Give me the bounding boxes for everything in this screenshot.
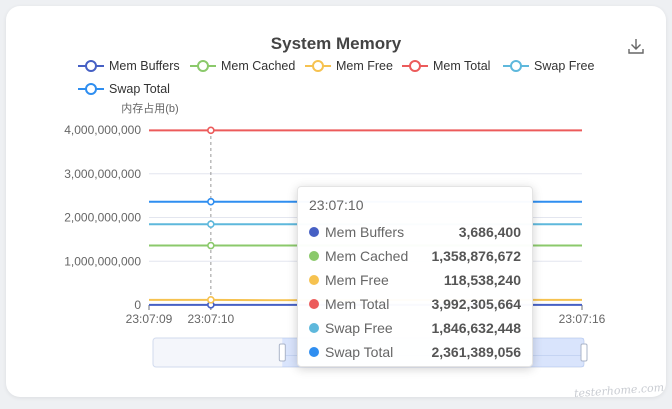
x-tick-label: 23:07:09 bbox=[126, 312, 173, 326]
tooltip-value: 1,358,876,672 bbox=[431, 248, 521, 264]
tooltip-row: Mem Cached 1,358,876,672 bbox=[309, 244, 521, 268]
x-tick-label: 23:07:10 bbox=[187, 312, 234, 326]
tooltip-row: Mem Total 3,992,305,664 bbox=[309, 292, 521, 316]
y-tick-label: 0 bbox=[134, 298, 141, 312]
tooltip-series-name: Mem Buffers bbox=[325, 224, 405, 240]
y-tick-label: 4,000,000,000 bbox=[64, 123, 141, 137]
y-tick-label: 3,000,000,000 bbox=[64, 167, 141, 181]
tooltip-row: Swap Total 2,361,389,056 bbox=[309, 340, 521, 364]
tooltip-series-name: Mem Cached bbox=[325, 248, 409, 264]
tooltip-marker bbox=[309, 251, 319, 261]
x-tick-label: 23:07:16 bbox=[559, 312, 606, 326]
data-point bbox=[207, 296, 215, 304]
data-point bbox=[207, 197, 215, 206]
tooltip-marker bbox=[309, 275, 319, 285]
datazoom-handle[interactable] bbox=[580, 343, 588, 362]
datazoom-handle[interactable] bbox=[278, 343, 286, 362]
tooltip-series-name: Swap Total bbox=[325, 344, 394, 360]
tooltip-series-name: Mem Total bbox=[325, 296, 390, 312]
y-tick-label: 1,000,000,000 bbox=[64, 254, 141, 268]
tooltip-row: Swap Free 1,846,632,448 bbox=[309, 316, 521, 340]
tooltip-marker bbox=[309, 227, 319, 237]
tooltip-value: 1,846,632,448 bbox=[431, 320, 521, 336]
tooltip-series-name: Mem Free bbox=[325, 272, 389, 288]
tooltip-row: Mem Buffers 3,686,400 bbox=[309, 220, 521, 244]
tooltip-marker bbox=[309, 347, 319, 357]
data-point bbox=[207, 220, 215, 229]
tooltip-value: 2,361,389,056 bbox=[431, 344, 521, 360]
chart-tooltip: 23:07:10 Mem Buffers 3,686,400 Mem Cached 1… bbox=[297, 186, 533, 367]
tooltip-value: 3,686,400 bbox=[458, 224, 521, 240]
tooltip-row: Mem Free 118,538,240 bbox=[309, 268, 521, 292]
tooltip-series-name: Swap Free bbox=[325, 320, 393, 336]
tooltip-value: 3,992,305,664 bbox=[431, 296, 521, 312]
y-tick-label: 2,000,000,000 bbox=[64, 211, 141, 225]
tooltip-marker bbox=[309, 299, 319, 309]
tooltip-time: 23:07:10 bbox=[309, 197, 364, 213]
data-point bbox=[207, 126, 215, 135]
tooltip-marker bbox=[309, 323, 319, 333]
tooltip-value: 118,538,240 bbox=[443, 272, 521, 288]
data-point bbox=[207, 241, 215, 250]
y-axis-label: 内存占用(b) bbox=[121, 101, 178, 115]
